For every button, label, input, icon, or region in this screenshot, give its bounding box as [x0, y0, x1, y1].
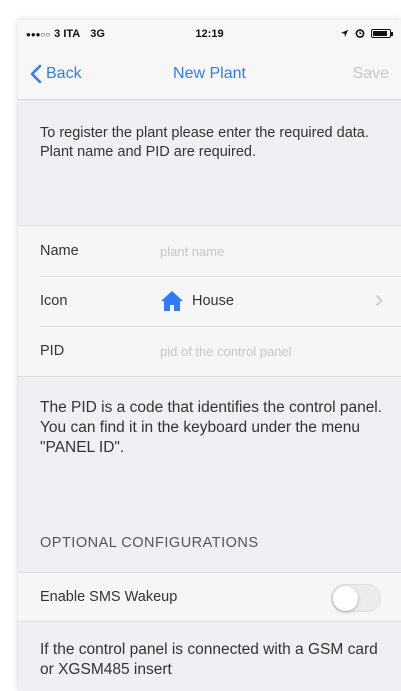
plant-form: Name plant name Icon House PID pid of th…	[18, 225, 401, 377]
pid-row[interactable]: PID pid of the control panel	[18, 326, 401, 376]
intro-text: To register the plant please enter the r…	[40, 125, 369, 160]
icon-label: Icon	[40, 293, 68, 309]
battery-icon	[371, 28, 393, 38]
sms-wakeup-row: Enable SMS Wakeup	[18, 572, 401, 622]
location-arrow-icon	[340, 29, 349, 37]
toggle-knob	[333, 586, 358, 611]
pid-info-text: The PID is a code that identifies the co…	[40, 399, 383, 456]
name-input[interactable]: plant name	[160, 244, 224, 259]
sms-wakeup-label: Enable SMS Wakeup	[40, 589, 178, 605]
battery-fill	[373, 30, 387, 36]
navigation-bar: Back New Plant Save	[18, 50, 401, 100]
save-button[interactable]: Save	[353, 65, 389, 83]
status-bar: ●●●○○ 3 ITA 3G 12:19	[18, 20, 401, 50]
icon-row[interactable]: Icon House	[18, 276, 401, 326]
house-icon	[161, 291, 183, 311]
sms-info-text: If the control panel is connected with a…	[40, 641, 378, 678]
pid-label: PID	[40, 343, 65, 359]
chevron-right-icon	[375, 294, 383, 307]
optional-section-header: OPTIONAL CONFIGURATIONS	[40, 535, 259, 551]
status-right	[340, 28, 393, 38]
name-label: Name	[40, 243, 79, 259]
alarm-icon	[355, 29, 365, 38]
pid-input[interactable]: pid of the control panel	[160, 344, 292, 359]
icon-value: House	[160, 290, 234, 312]
sms-wakeup-toggle[interactable]	[331, 584, 381, 612]
app-screen: ●●●○○ 3 ITA 3G 12:19 Back New Plant Save…	[18, 20, 401, 691]
page-title: New Plant	[173, 65, 246, 82]
name-row[interactable]: Name plant name	[18, 226, 401, 276]
icon-value-label: House	[192, 293, 234, 309]
